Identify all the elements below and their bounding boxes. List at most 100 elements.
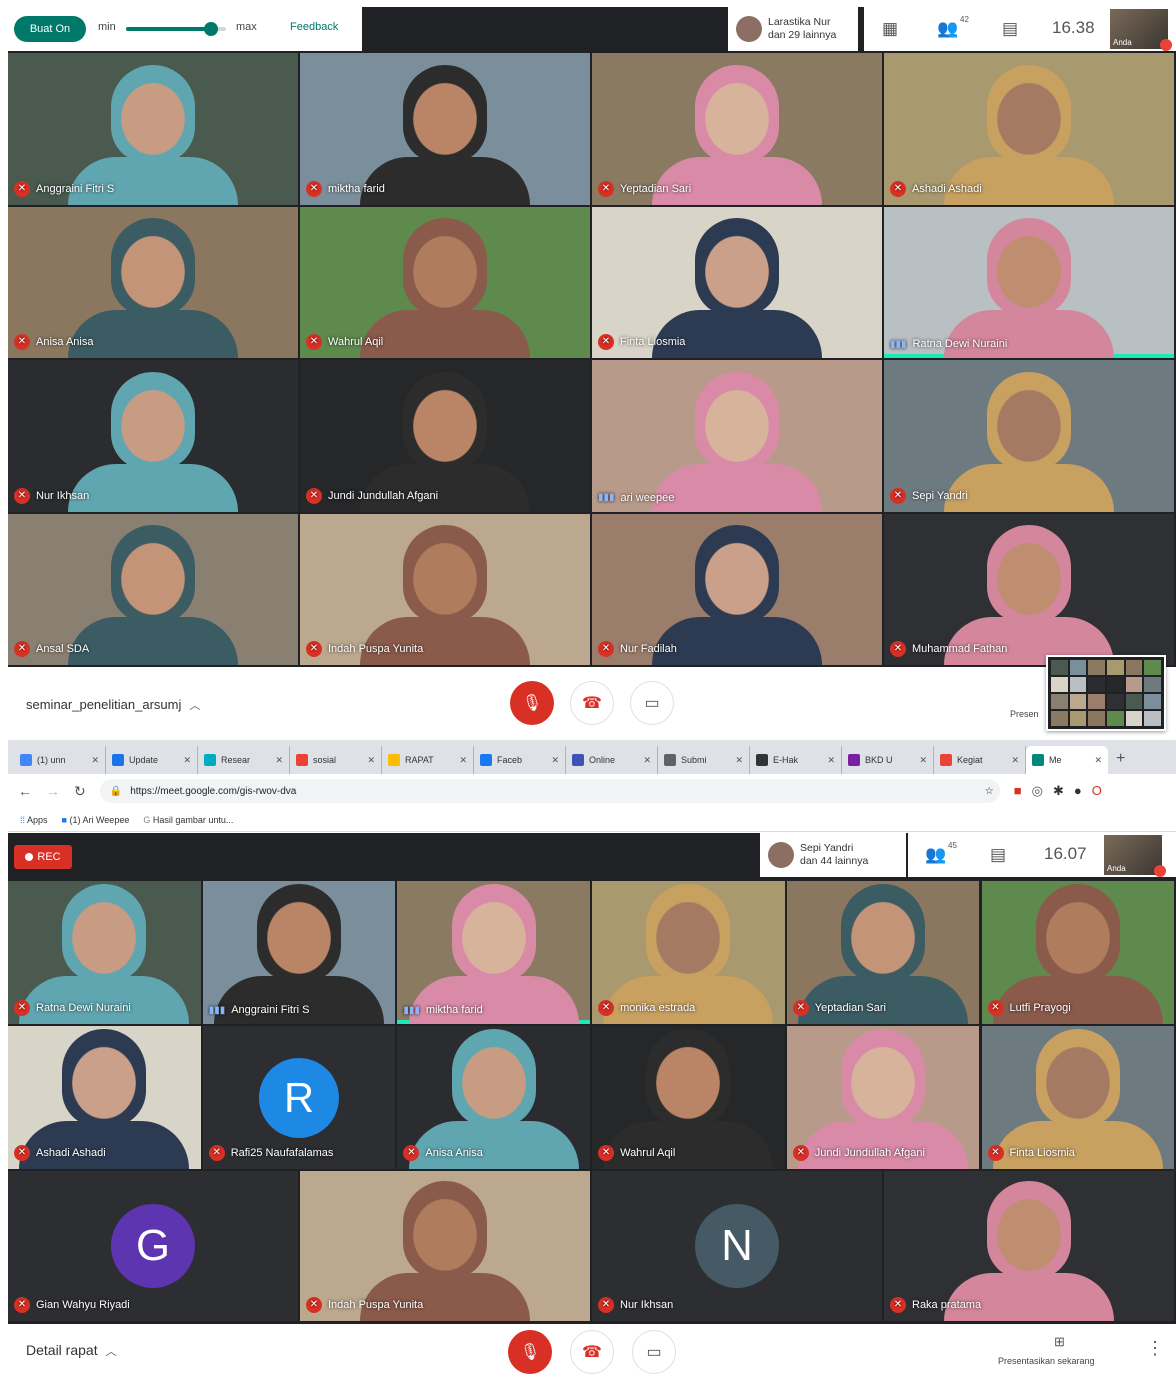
meeting-screenshot-1: Buat On min max Feedback Larastika Nur d… (8, 7, 1176, 735)
meeting-details-toggle[interactable]: seminar_penelitian_arsumj ︿ (26, 697, 200, 713)
star-icon[interactable]: ☆ (985, 786, 994, 797)
bookmark-item[interactable]: ⁞⁞ Apps (20, 815, 48, 825)
participant-tile[interactable]: N ✕ Nur Ikhsan (592, 1171, 882, 1321)
profile-icon[interactable]: ● (1074, 783, 1082, 799)
bookmark-item[interactable]: ■ (1) Ari Weepee (62, 815, 130, 825)
participant-tile[interactable]: ✕ Anggraini Fitri S (8, 53, 298, 205)
close-tab-icon[interactable]: ✕ (827, 755, 835, 766)
participant-tile[interactable]: ✕ Indah Puspa Yunita (300, 1171, 590, 1321)
more-options-icon[interactable]: ⋮ (1146, 1338, 1164, 1359)
browser-tab[interactable]: sosial ✕ (290, 746, 382, 774)
participant-tile[interactable]: ✕ Yeptadian Sari (786, 881, 980, 1024)
tab-title: Kegiat (957, 755, 983, 765)
present-screen-icon[interactable]: ⊞ (1054, 1334, 1065, 1350)
browser-tab[interactable]: Update ✕ (106, 746, 198, 774)
self-view-thumbnail[interactable]: Anda (1110, 9, 1172, 51)
camera-toggle-button[interactable]: ▭ (630, 681, 674, 725)
participant-tile[interactable]: ✕ Jundi Jundullah Afgani (300, 360, 590, 512)
leave-call-button[interactable]: ☎ (570, 681, 614, 725)
present-now-label[interactable]: Presen (1010, 709, 1039, 719)
close-tab-icon[interactable]: ✕ (551, 755, 559, 766)
browser-tab[interactable]: Kegiat ✕ (934, 746, 1026, 774)
leave-call-button[interactable]: ☎ (570, 1330, 614, 1374)
participant-tile[interactable]: ✕ Yeptadian Sari (592, 53, 882, 205)
browser-tab[interactable]: Me ✕ (1026, 746, 1108, 774)
back-icon[interactable]: ← (18, 783, 32, 799)
browser-tab[interactable]: Resear ✕ (198, 746, 290, 774)
presentation-preview[interactable] (1046, 655, 1166, 731)
participant-tile[interactable]: R ✕ Rafi25 Naufafalamas (202, 1026, 396, 1169)
microphone-toggle-button[interactable]: 🎙 (508, 1330, 552, 1374)
participant-tile[interactable]: ✕ Ratna Dewi Nuraini (8, 881, 201, 1024)
close-tab-icon[interactable]: ✕ (91, 755, 99, 766)
close-tab-icon[interactable]: ✕ (643, 755, 651, 766)
close-tab-icon[interactable]: ✕ (735, 755, 743, 766)
participant-tile[interactable]: ▮▮▮ ari weepee (592, 360, 882, 512)
browser-tab[interactable]: (1) unn ✕ (14, 746, 106, 774)
close-tab-icon[interactable]: ✕ (459, 755, 467, 766)
participant-tile[interactable]: ✕ Wahrul Aqil (300, 206, 590, 358)
people-icon[interactable]: 👥 (924, 843, 948, 867)
participant-tile[interactable]: ✕ Anisa Anisa (397, 1026, 591, 1169)
bookmark-item[interactable]: G Hasil gambar untu... (143, 815, 233, 825)
meeting-details-toggle[interactable]: Detail rapat ︿ (26, 1342, 117, 1359)
reload-icon[interactable]: ↻ (74, 783, 86, 800)
layout-grid-icon[interactable]: ▦ (878, 17, 902, 41)
participant-tile[interactable]: ✕ Finta Liosmia (592, 206, 882, 358)
participant-tile[interactable]: G ✕ Gian Wahyu Riyadi (8, 1171, 298, 1321)
browser-tab[interactable]: BKD U ✕ (842, 746, 934, 774)
self-view-thumbnail[interactable]: Anda (1104, 835, 1166, 877)
opera-icon[interactable]: O (1092, 783, 1102, 799)
close-tab-icon[interactable]: ✕ (919, 755, 927, 766)
forward-icon[interactable]: → (46, 783, 60, 799)
browser-tab[interactable]: Faceb ✕ (474, 746, 566, 774)
presenter-chip[interactable]: Larastika Nur dan 29 lainnya (728, 7, 858, 51)
meeting-control-bar: seminar_penelitian_arsumj ︿ 🎙 ☎ ▭ Presen (8, 655, 1176, 735)
participant-tile[interactable]: ✕ Jundi Jundullah Afgani (786, 1026, 980, 1169)
camera-toggle-button[interactable]: ▭ (632, 1330, 676, 1374)
browser-tab[interactable]: Online ✕ (566, 746, 658, 774)
slider-knob[interactable] (204, 22, 218, 36)
present-now-button[interactable]: Presentasikan sekarang (998, 1356, 1095, 1366)
participant-tile[interactable]: ✕ Wahrul Aqil (592, 1026, 785, 1169)
close-tab-icon[interactable]: ✕ (183, 755, 191, 766)
browser-tab[interactable]: RAPAT ✕ (382, 746, 474, 774)
close-tab-icon[interactable]: ✕ (367, 755, 375, 766)
address-bar[interactable]: 🔒 https://meet.google.com/gis-rwov-dva ☆ (99, 779, 1000, 803)
participant-tile[interactable]: ✕ Nur Fadilah (592, 513, 882, 665)
chat-icon[interactable]: ▤ (986, 843, 1010, 867)
presenter-chip[interactable]: Sepi Yandri dan 44 lainnya (760, 833, 906, 877)
participant-tile[interactable]: ✕ Ashadi Ashadi (884, 53, 1174, 205)
volume-slider[interactable] (126, 22, 226, 36)
participant-tile[interactable]: ✕ Nur Ikhsan (8, 360, 298, 512)
participant-tile[interactable]: ✕ Muhammad Fathan (884, 513, 1174, 665)
participant-tile[interactable]: ✕ Sepi Yandri (884, 360, 1174, 512)
participant-tile[interactable]: ✕ Lutfi Prayogi (981, 881, 1175, 1024)
participant-tile[interactable]: ✕ Raka pratama (884, 1171, 1174, 1321)
url-text: https://meet.google.com/gis-rwov-dva (130, 785, 297, 797)
people-icon[interactable]: 👥 (936, 17, 960, 41)
participant-tile[interactable]: ▮▮▮ Ratna Dewi Nuraini (884, 206, 1174, 358)
caption-toggle-button[interactable]: Buat On (14, 16, 86, 42)
participant-tile[interactable]: ✕ miktha farid (300, 53, 590, 205)
participant-tile[interactable]: ✕ Indah Puspa Yunita (300, 513, 590, 665)
feedback-link[interactable]: Feedback (290, 21, 338, 33)
new-tab-icon[interactable]: + (1116, 750, 1125, 768)
participant-tile[interactable]: ▮▮▮ miktha farid (397, 881, 591, 1024)
browser-tab[interactable]: E-Hak ✕ (750, 746, 842, 774)
close-tab-icon[interactable]: ✕ (1011, 755, 1019, 766)
participant-tile[interactable]: ✕ Ansal SDA (8, 513, 298, 665)
participant-tile[interactable]: ✕ Ashadi Ashadi (8, 1026, 201, 1169)
puzzle-icon[interactable]: ✱ (1053, 783, 1064, 799)
microphone-toggle-button[interactable]: 🎙 (510, 681, 554, 725)
participant-tile[interactable]: ✕ Anisa Anisa (8, 206, 298, 358)
participant-tile[interactable]: ✕ Finta Liosmia (981, 1026, 1175, 1169)
close-tab-icon[interactable]: ✕ (1094, 755, 1102, 766)
close-tab-icon[interactable]: ✕ (275, 755, 283, 766)
pdf-extension-icon[interactable]: ■ (1014, 783, 1022, 799)
chat-icon[interactable]: ▤ (998, 17, 1022, 41)
participant-tile[interactable]: ▮▮▮ Anggraini Fitri S (202, 881, 396, 1024)
participant-tile[interactable]: ✕ monika estrada (592, 881, 785, 1024)
record-extension-icon[interactable]: ◎ (1032, 783, 1043, 799)
browser-tab[interactable]: Submi ✕ (658, 746, 750, 774)
